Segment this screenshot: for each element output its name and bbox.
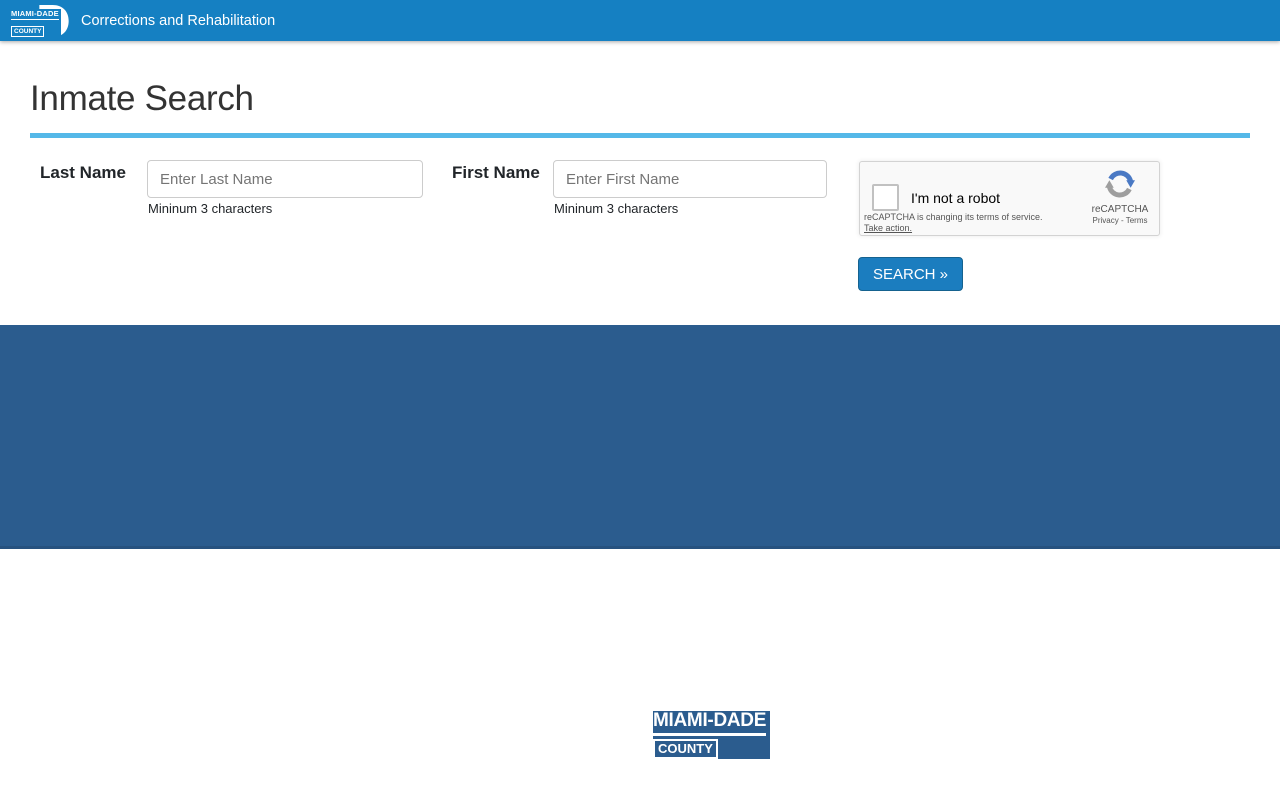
page-title: Inmate Search	[30, 79, 254, 119]
inmate-search-page: MIAMI-DADE COUNTY Corrections and Rehabi…	[0, 0, 1280, 800]
recaptcha-brand-block: reCAPTCHA Privacy - Terms	[1088, 169, 1152, 226]
header-logo-county: COUNTY	[11, 26, 44, 37]
first-name-label: First Name	[452, 161, 552, 185]
footer-link-ada-notice[interactable]: ADA Notice	[344, 707, 426, 725]
footer-nav: Miami-Dade Home Privacy Statement ADA No…	[31, 707, 683, 725]
header-logo-miami-dade: MIAMI-DADE	[11, 9, 59, 20]
footer-link-disclaimer[interactable]: Disclaimer	[451, 707, 526, 725]
last-name-helper-text: Mininum 3 characters	[148, 201, 272, 216]
footer-link-miami-dade-home[interactable]: Miami-Dade Home	[31, 707, 164, 725]
first-name-helper-text: Mininum 3 characters	[554, 201, 678, 216]
first-name-input[interactable]	[553, 160, 827, 198]
footer-logo-miami-dade: MIAMI-DADE	[653, 711, 766, 736]
recaptcha-checkbox[interactable]	[872, 184, 899, 211]
recaptcha-widget: I'm not a robot reCAPTCHA is changing it…	[859, 161, 1160, 236]
recaptcha-icon	[1105, 169, 1135, 199]
search-button[interactable]: SEARCH »	[858, 257, 963, 291]
miami-dade-county-logo[interactable]: MIAMI-DADE COUNTY	[11, 4, 75, 38]
recaptcha-terms-link[interactable]: Terms	[1126, 216, 1148, 225]
app-title: Corrections and Rehabilitation	[81, 13, 275, 29]
header-logo-text: MIAMI-DADE COUNTY	[11, 9, 61, 38]
last-name-input[interactable]	[147, 160, 423, 198]
footer-miami-dade-county-logo[interactable]: MIAMI-DADE COUNTY	[653, 707, 773, 761]
footer-logo-text: MIAMI-DADE COUNTY	[653, 711, 770, 759]
recaptcha-notice-text: reCAPTCHA is changing its terms of servi…	[864, 212, 1043, 222]
recaptcha-privacy-terms: Privacy - Terms	[1088, 216, 1152, 226]
recaptcha-checkbox-label: I'm not a robot	[911, 190, 1000, 206]
top-header-bar: MIAMI-DADE COUNTY Corrections and Rehabi…	[0, 0, 1280, 41]
title-divider	[30, 133, 1250, 138]
recaptcha-terms-notice: reCAPTCHA is changing its terms of servi…	[864, 212, 1043, 234]
footer: Miami-Dade Home Privacy Statement ADA No…	[0, 325, 1280, 549]
footer-link-privacy-statement[interactable]: Privacy Statement	[189, 707, 319, 725]
last-name-label: Last Name	[40, 161, 140, 185]
recaptcha-take-action-link[interactable]: Take action.	[864, 223, 1043, 234]
footer-logo-county: COUNTY	[653, 739, 718, 759]
recaptcha-links-separator: -	[1121, 216, 1124, 225]
copyright-text: Â© 2026 Miami-Dade County. All rights re…	[655, 781, 981, 798]
recaptcha-privacy-link[interactable]: Privacy	[1093, 216, 1119, 225]
recaptcha-brand-label: reCAPTCHA	[1088, 204, 1152, 215]
